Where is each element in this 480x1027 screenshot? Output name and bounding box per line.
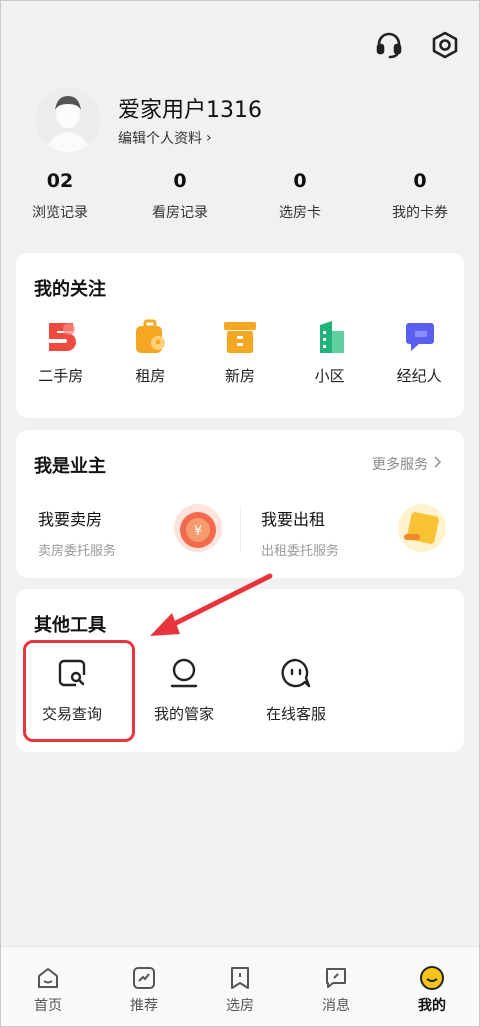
bookmark-icon [231,967,249,989]
annotation-arrow-icon [150,573,273,636]
tab-select-house[interactable]: 选房 [192,947,288,1027]
tab-label: 消息 [322,998,350,1014]
tab-label: 选房 [226,998,254,1014]
home-icon [38,968,58,988]
me-icon [420,966,444,990]
tab-label: 首页 [34,998,62,1014]
recommend-icon [133,967,155,989]
tab-me[interactable]: 我的 [384,947,480,1027]
bottom-tab-bar: 首页 推荐 选房 消息 我的 [0,946,480,1027]
message-icon [326,968,346,988]
tab-home[interactable]: 首页 [0,947,96,1027]
tab-messages[interactable]: 消息 [288,947,384,1027]
tab-label: 推荐 [130,998,158,1014]
tab-recommend[interactable]: 推荐 [96,947,192,1027]
tab-label: 我的 [418,998,446,1014]
